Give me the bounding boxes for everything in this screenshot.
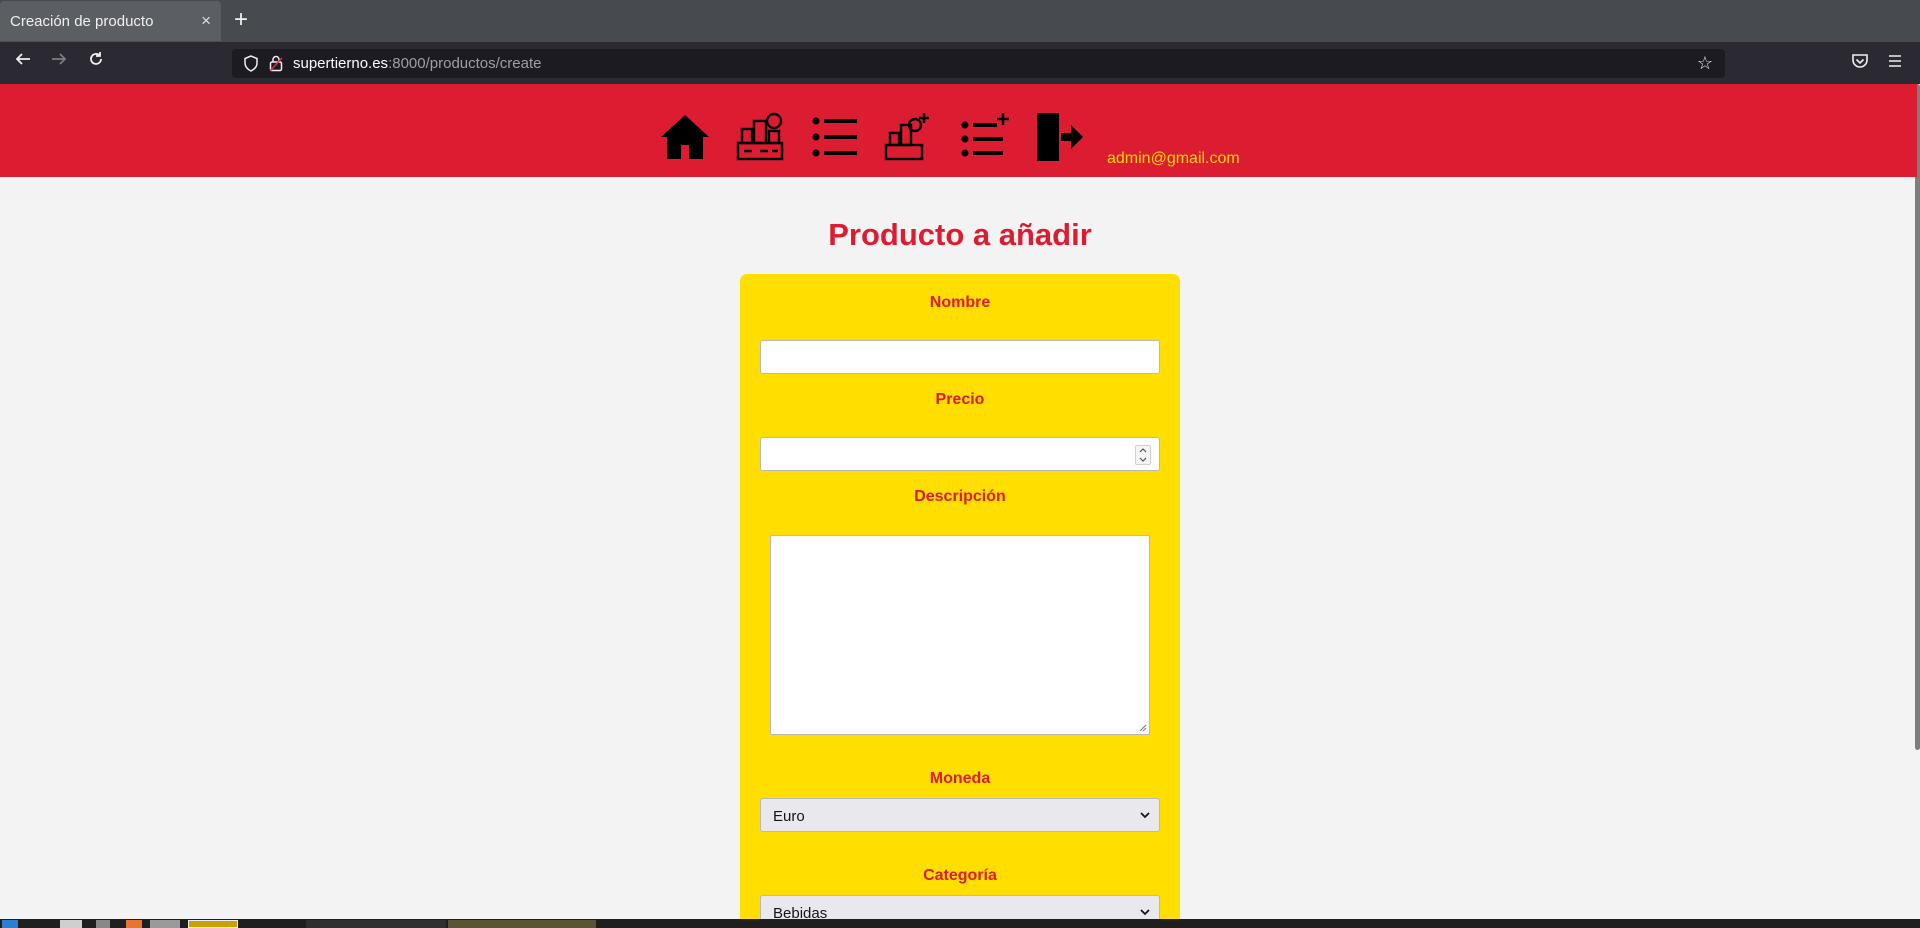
os-taskbar bbox=[0, 919, 1920, 928]
taskbar-terminal-icon[interactable] bbox=[150, 920, 180, 928]
nombre-input[interactable] bbox=[760, 340, 1160, 374]
resize-grip-icon[interactable] bbox=[1138, 723, 1147, 732]
reload-button[interactable] bbox=[83, 50, 109, 76]
precio-input[interactable] bbox=[760, 437, 1160, 471]
start-menu-icon[interactable] bbox=[2, 920, 18, 928]
forward-button[interactable] bbox=[46, 50, 72, 76]
workspace-indicator[interactable] bbox=[188, 920, 238, 928]
bookmark-star-icon[interactable]: ☆ bbox=[1697, 53, 1713, 74]
products-icon[interactable] bbox=[734, 111, 786, 163]
list-icon[interactable] bbox=[809, 111, 861, 163]
categoria-select[interactable]: Bebidas bbox=[760, 895, 1160, 919]
spinner-down-icon[interactable] bbox=[1138, 456, 1148, 464]
hamburger-menu-icon[interactable] bbox=[1886, 53, 1904, 69]
precio-label: Precio bbox=[935, 391, 985, 408]
firefox-icon[interactable] bbox=[126, 920, 142, 928]
chevron-down-icon bbox=[1140, 812, 1150, 819]
reload-icon bbox=[90, 52, 102, 65]
moneda-label: Moneda bbox=[929, 770, 991, 787]
taskbar-app-icon[interactable] bbox=[96, 920, 110, 928]
moneda-select[interactable]: Euro bbox=[760, 798, 1160, 832]
page-scrollbar[interactable] bbox=[1915, 84, 1920, 750]
page-title: Producto a añadir bbox=[828, 217, 1092, 252]
back-arrow-icon bbox=[15, 53, 30, 65]
url-path: :8000/productos/create bbox=[388, 55, 542, 72]
number-spinner[interactable] bbox=[1135, 445, 1151, 465]
site-header: admin@gmail.com bbox=[0, 84, 1917, 177]
lock-warning-icon[interactable] bbox=[269, 55, 283, 72]
descripcion-textarea[interactable] bbox=[770, 535, 1150, 735]
file-manager-icon[interactable] bbox=[60, 920, 82, 928]
add-product-icon[interactable] bbox=[882, 111, 934, 163]
categoria-selected: Bebidas bbox=[773, 905, 828, 919]
user-email[interactable]: admin@gmail.com bbox=[1107, 150, 1240, 168]
tab-title: Creación de producto bbox=[10, 13, 154, 30]
nombre-label: Nombre bbox=[929, 294, 991, 311]
product-form: Nombre Precio Descripción Moneda Euro Ca… bbox=[740, 274, 1180, 919]
chevron-down-icon bbox=[1140, 909, 1150, 916]
moneda-selected: Euro bbox=[773, 808, 805, 825]
browser-tab[interactable]: Creación de producto × bbox=[0, 1, 221, 41]
url-text[interactable]: supertierno.es:8000/productos/create bbox=[293, 55, 542, 72]
url-bar[interactable]: supertierno.es:8000/productos/create ☆ bbox=[232, 49, 1725, 78]
spinner-up-icon[interactable] bbox=[1138, 446, 1148, 454]
descripcion-label: Descripción bbox=[914, 488, 1006, 505]
back-button[interactable] bbox=[10, 50, 36, 76]
categoria-label: Categoría bbox=[923, 867, 997, 884]
taskbar-window-2[interactable] bbox=[448, 920, 596, 928]
shield-icon[interactable] bbox=[243, 55, 259, 72]
tab-close-icon[interactable]: × bbox=[201, 11, 211, 31]
logout-icon[interactable] bbox=[1033, 111, 1085, 163]
forward-arrow-icon bbox=[52, 53, 67, 65]
pocket-icon[interactable] bbox=[1851, 52, 1869, 70]
browser-tab-bar: Creación de producto × + bbox=[0, 0, 1920, 42]
taskbar-window-1[interactable] bbox=[306, 920, 446, 928]
page-content: admin@gmail.com Producto a añadir Nombre… bbox=[0, 84, 1920, 919]
url-host: supertierno.es bbox=[293, 55, 389, 72]
home-icon[interactable] bbox=[659, 111, 711, 163]
add-list-icon[interactable] bbox=[958, 111, 1010, 163]
new-tab-button[interactable]: + bbox=[234, 7, 248, 33]
